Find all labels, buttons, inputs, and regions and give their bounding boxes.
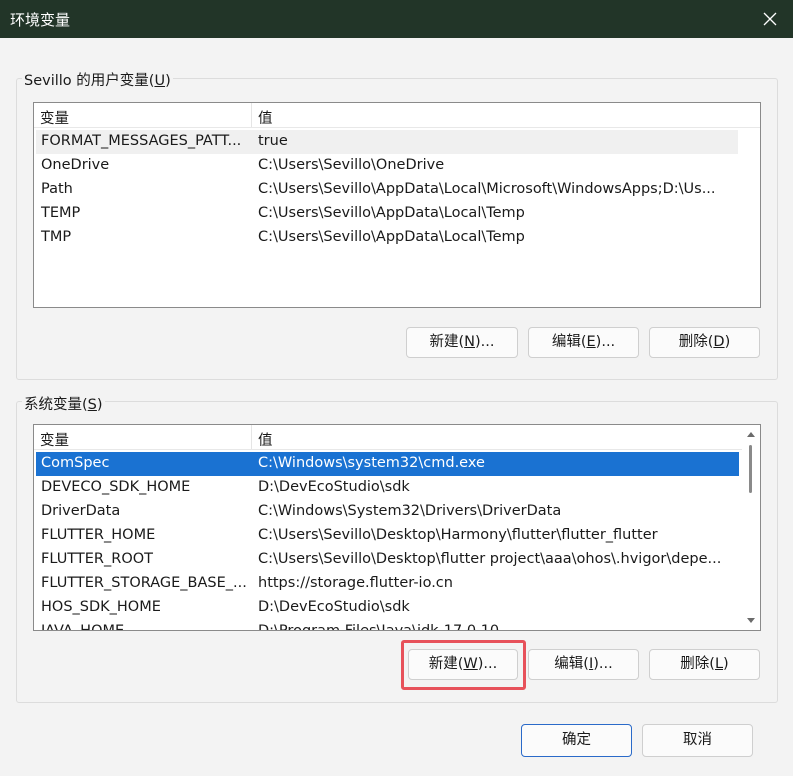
title-bar: 环境变量 [0, 0, 793, 38]
user-variables-label: Sevillo 的用户变量(U) [22, 69, 173, 90]
scroll-up-icon[interactable] [747, 431, 755, 439]
column-divider[interactable] [251, 425, 252, 449]
close-button[interactable] [747, 0, 793, 38]
system-variables-label: 系统变量(S) [22, 393, 105, 414]
variable-value: C:\Users\Sevillo\OneDrive [258, 157, 445, 173]
column-header-name[interactable]: 变量 [40, 429, 69, 450]
variable-name: HOS_SDK_HOME [41, 599, 161, 615]
variable-value: C:\Users\Sevillo\AppData\Local\Temp [258, 229, 525, 245]
column-header-value[interactable]: 值 [258, 107, 273, 128]
variable-value: true [258, 133, 288, 149]
variable-value: C:\Users\Sevillo\Desktop\flutter project… [258, 551, 722, 567]
scroll-down-icon[interactable] [747, 616, 755, 624]
table-row-selected[interactable]: ComSpec C:\Windows\system32\cmd.exe [36, 452, 739, 476]
variable-value: C:\Windows\System32\Drivers\DriverData [258, 503, 562, 519]
variable-name: FORMAT_MESSAGES_PATT... [41, 133, 242, 149]
variable-name: ComSpec [41, 455, 110, 471]
variable-name: OneDrive [41, 157, 110, 173]
table-row[interactable]: JAVA_HOME D:\Program Files\Java\jdk-17.0… [36, 620, 739, 631]
table-row[interactable]: FORMAT_MESSAGES_PATT... true [36, 130, 738, 154]
variable-value: D:\Program Files\Java\jdk-17.0.10 [258, 623, 500, 631]
table-row[interactable]: Path C:\Users\Sevillo\AppData\Local\Micr… [36, 178, 738, 202]
table-row[interactable]: TEMP C:\Users\Sevillo\AppData\Local\Temp [36, 202, 738, 226]
user-delete-button[interactable]: 删除(D) [649, 327, 760, 358]
variable-name: FLUTTER_STORAGE_BASE_... [41, 575, 247, 591]
variable-name: TEMP [41, 205, 81, 221]
list-header: 变量 值 [34, 425, 760, 450]
variable-value: https://storage.flutter-io.cn [258, 575, 453, 591]
column-divider[interactable] [251, 103, 252, 127]
variable-name: DriverData [41, 503, 121, 519]
variable-name: TMP [41, 229, 72, 245]
table-row[interactable]: FLUTTER_HOME C:\Users\Sevillo\Desktop\Ha… [36, 524, 739, 548]
variable-value: C:\Users\Sevillo\Desktop\Harmony\flutter… [258, 527, 658, 543]
user-edit-button[interactable]: 编辑(E)... [528, 327, 639, 358]
variable-name: Path [41, 181, 73, 197]
table-row[interactable]: FLUTTER_ROOT C:\Users\Sevillo\Desktop\fl… [36, 548, 739, 572]
variable-value: C:\Users\Sevillo\AppData\Local\Temp [258, 205, 525, 221]
user-variables-list[interactable]: 变量 值 FORMAT_MESSAGES_PATT... true OneDri… [33, 102, 761, 308]
table-row[interactable]: DriverData C:\Windows\System32\Drivers\D… [36, 500, 739, 524]
scrollbar-thumb[interactable] [749, 445, 752, 493]
variable-name: JAVA_HOME [41, 623, 125, 631]
variable-value: D:\DevEcoStudio\sdk [258, 479, 410, 495]
window-title: 环境变量 [10, 11, 71, 29]
highlight-box [401, 640, 526, 690]
column-header-name[interactable]: 变量 [40, 107, 69, 128]
variable-value: D:\DevEcoStudio\sdk [258, 599, 410, 615]
table-row[interactable]: DEVECO_SDK_HOME D:\DevEcoStudio\sdk [36, 476, 739, 500]
vertical-scrollbar[interactable] [742, 425, 760, 630]
table-row[interactable]: TMP C:\Users\Sevillo\AppData\Local\Temp [36, 226, 738, 250]
cancel-button[interactable]: 取消 [642, 724, 753, 757]
variable-name: FLUTTER_ROOT [41, 551, 154, 567]
variable-value: C:\Users\Sevillo\AppData\Local\Microsoft… [258, 181, 716, 197]
table-row[interactable]: HOS_SDK_HOME D:\DevEcoStudio\sdk [36, 596, 739, 620]
close-icon [763, 12, 777, 26]
table-row[interactable]: FLUTTER_STORAGE_BASE_... https://storage… [36, 572, 739, 596]
system-delete-button[interactable]: 删除(L) [649, 649, 760, 680]
variable-name: DEVECO_SDK_HOME [41, 479, 191, 495]
ok-button[interactable]: 确定 [521, 724, 632, 757]
system-variables-list[interactable]: 变量 值 ComSpec C:\Windows\system32\cmd.exe… [33, 424, 761, 631]
column-header-value[interactable]: 值 [258, 429, 273, 450]
table-row[interactable]: OneDrive C:\Users\Sevillo\OneDrive [36, 154, 738, 178]
variable-name: FLUTTER_HOME [41, 527, 156, 543]
user-new-button[interactable]: 新建(N)... [406, 327, 518, 358]
variable-value: C:\Windows\system32\cmd.exe [258, 455, 485, 471]
system-edit-button[interactable]: 编辑(I)... [528, 649, 639, 680]
list-header: 变量 值 [34, 103, 760, 128]
